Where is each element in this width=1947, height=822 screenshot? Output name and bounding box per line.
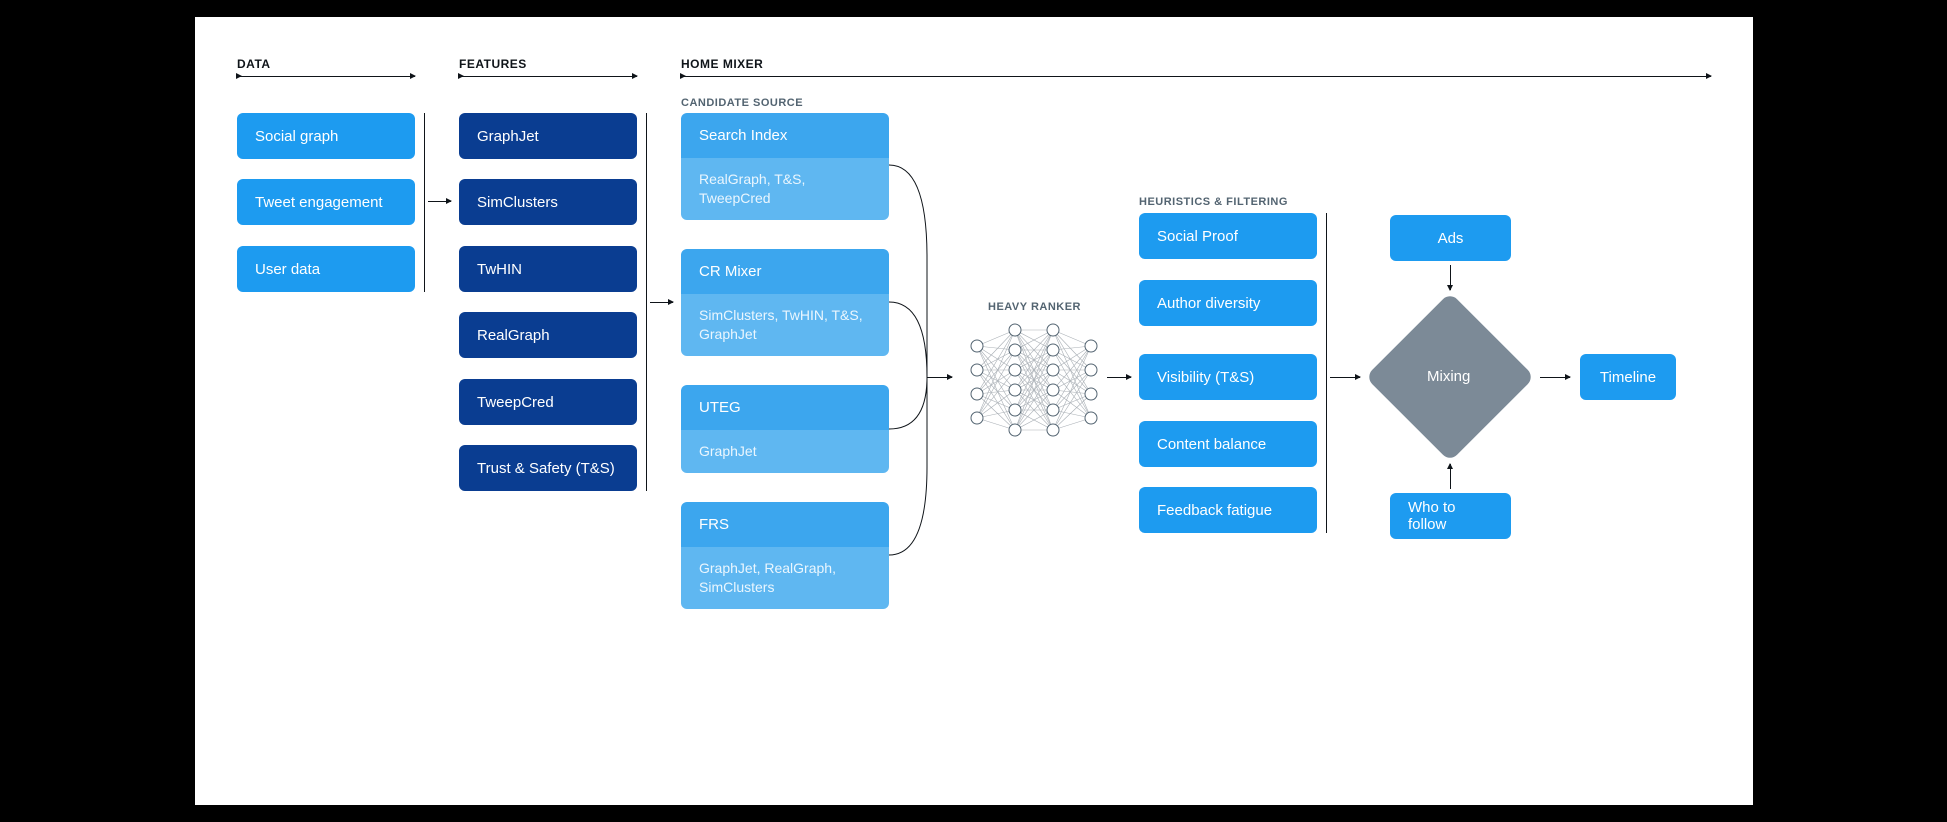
arrow-features-to-candidates [650,302,673,303]
candidate-sub: GraphJet, RealGraph, SimClusters [681,547,889,609]
mixing-label: Mixing [1427,368,1470,385]
candidate-frs: FRS GraphJet, RealGraph, SimClusters [681,502,889,609]
arrow-data-to-features [428,201,451,202]
arrow-wtf-to-mixing [1450,464,1451,489]
candidate-uteg: UTEG GraphJet [681,385,889,473]
candidate-title: UTEG [681,385,889,430]
features-vbar [646,113,647,491]
heuristic-social-proof: Social Proof [1139,213,1317,259]
heuristic-feedback-fatigue: Feedback fatigue [1139,487,1317,533]
feature-box-simclusters: SimClusters [459,179,637,225]
feature-box-trust-safety: Trust & Safety (T&S) [459,445,637,491]
arrow-ads-to-mixing [1450,265,1451,290]
data-box-tweet-engagement: Tweet engagement [237,179,415,225]
heuristics-label: HEURISTICS & FILTERING [1139,196,1288,208]
feature-box-realgraph: RealGraph [459,312,637,358]
heuristics-vbar [1326,213,1327,533]
candidate-title: FRS [681,502,889,547]
candidate-sub: RealGraph, T&S, TweepCred [681,158,889,220]
heuristic-visibility: Visibility (T&S) [1139,354,1317,400]
heuristic-author-diversity: Author diversity [1139,280,1317,326]
arrow-ranker-to-heuristics [1107,377,1131,378]
diagram-canvas: DATA FEATURES HOME MIXER CANDIDATE SOURC… [195,17,1753,805]
arrow-heuristics-to-mixing [1330,377,1360,378]
candidate-sub: SimClusters, TwHIN, T&S, GraphJet [681,294,889,356]
feature-box-twhin: TwHIN [459,246,637,292]
section-homemixer-label: HOME MIXER [681,57,763,71]
heuristic-content-balance: Content balance [1139,421,1317,467]
candidate-source-label: CANDIDATE SOURCE [681,97,803,109]
feature-box-graphjet: GraphJet [459,113,637,159]
section-features-label: FEATURES [459,57,527,71]
candidate-title: Search Index [681,113,889,158]
neural-network-icon [965,322,1105,442]
candidate-title: CR Mixer [681,249,889,294]
section-homemixer-line [681,76,1711,77]
mixing-input-ads: Ads [1390,215,1511,261]
feature-box-tweepcred: TweepCred [459,379,637,425]
section-data-label: DATA [237,57,271,71]
candidate-connector-lines [889,137,959,577]
heavy-ranker-label: HEAVY RANKER [988,301,1081,313]
data-box-user-data: User data [237,246,415,292]
arrow-mixing-to-timeline [1540,377,1570,378]
candidate-sub: GraphJet [681,430,889,473]
arrow-candidates-to-ranker [927,377,952,378]
timeline-box: Timeline [1580,354,1676,400]
section-data-line [237,76,415,77]
data-box-social-graph: Social graph [237,113,415,159]
data-vbar [424,113,425,292]
mixing-input-whotofollow: Who to follow [1390,493,1511,539]
section-features-line [459,76,637,77]
candidate-cr-mixer: CR Mixer SimClusters, TwHIN, T&S, GraphJ… [681,249,889,356]
candidate-search-index: Search Index RealGraph, T&S, TweepCred [681,113,889,220]
